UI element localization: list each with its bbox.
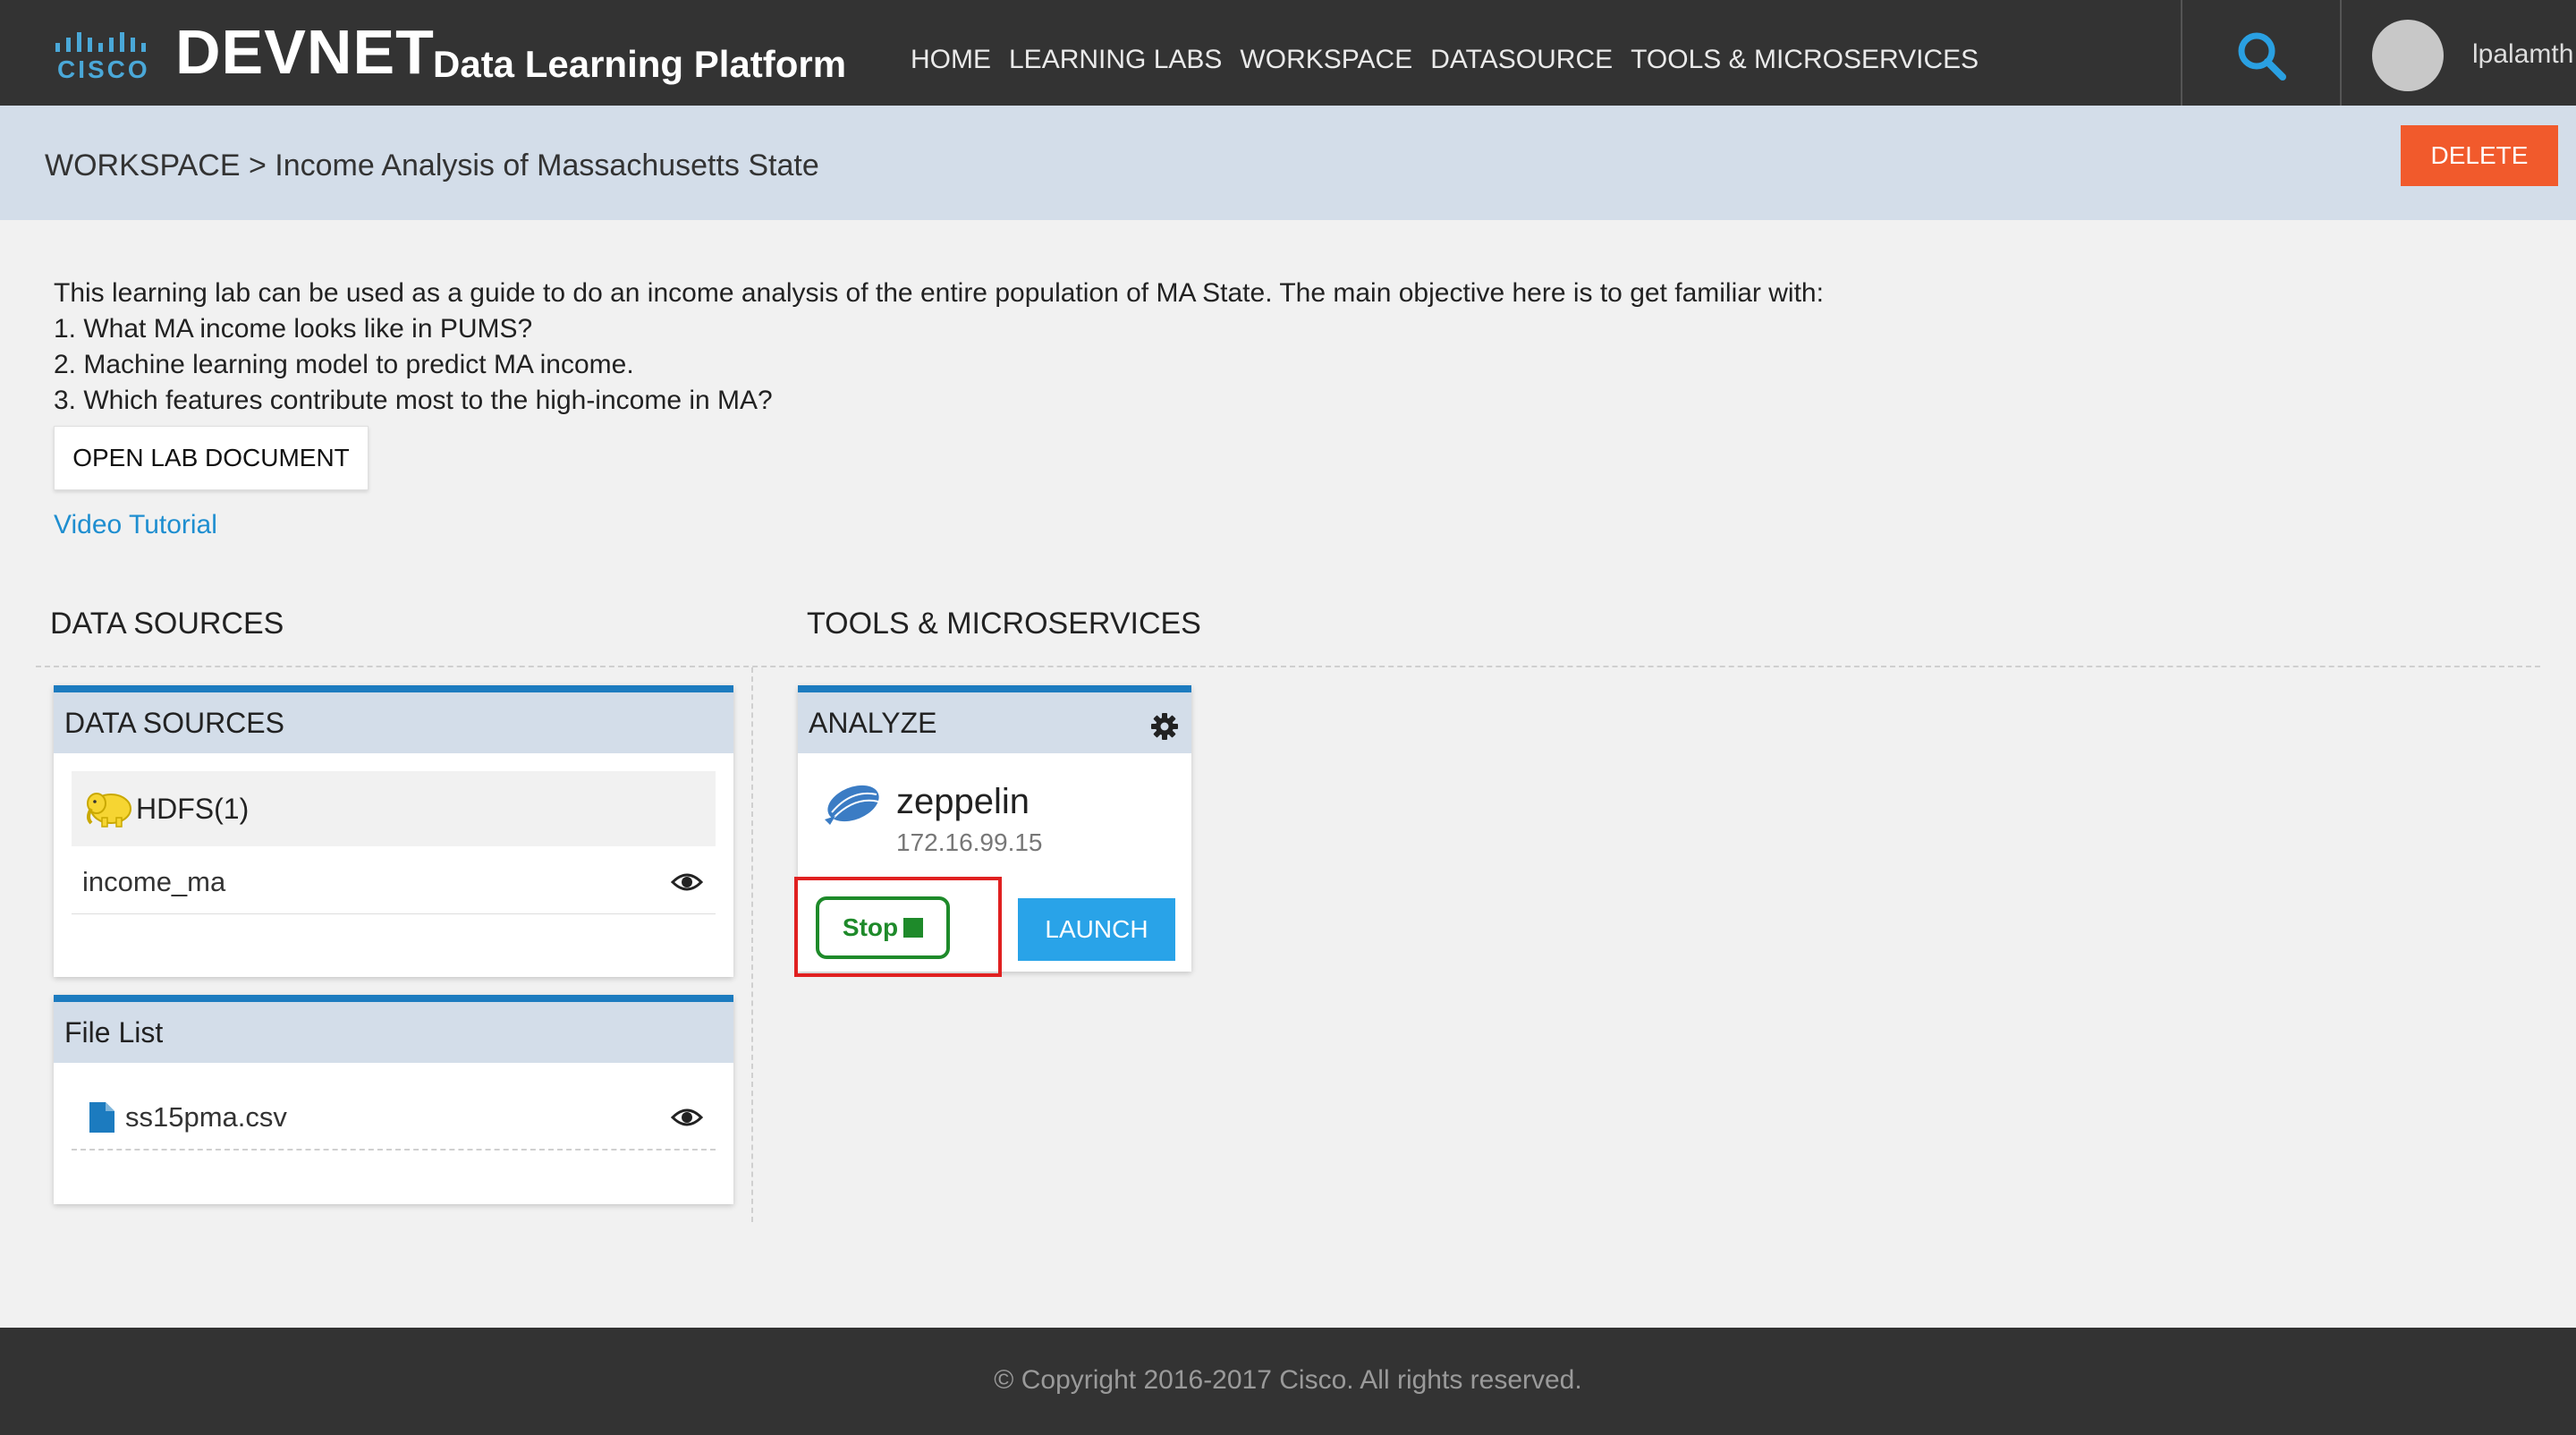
file-list-card: File List ss15pma.csv [54, 995, 733, 1204]
description-line: 1. What MA income looks like in PUMS? [54, 314, 533, 344]
cisco-logo[interactable]: CISCO [54, 29, 152, 83]
avatar[interactable] [2372, 20, 2444, 91]
tool-ip-address: 172.16.99.15 [896, 828, 1043, 856]
copyright-text: © Copyright 2016-2017 Cisco. All rights … [994, 1365, 1582, 1395]
description-line: 2. Machine learning model to predict MA … [54, 350, 634, 379]
analyze-card: ANALYZE zeppelin 172.16.99.15 Stop LAUNC… [794, 685, 1191, 977]
nav-divider [2340, 0, 2342, 106]
zeppelin-logo-icon [825, 785, 879, 825]
launch-button[interactable]: LAUNCH [1018, 898, 1175, 961]
nav-workspace[interactable]: WORKSPACE [1240, 45, 1412, 75]
video-tutorial-link[interactable]: Video Tutorial [54, 510, 217, 540]
stop-button-label: Stop [842, 913, 899, 941]
card-header: DATA SOURCES [54, 692, 733, 753]
breadcrumb-bar: WORKSPACE > Income Analysis of Massachus… [0, 106, 2576, 220]
file-entry: ss15pma.csv [72, 1101, 287, 1134]
stop-square-icon [903, 918, 924, 938]
file-icon [89, 1102, 114, 1133]
card-header: File List [54, 1002, 733, 1063]
section-divider [36, 666, 2540, 667]
lab-description: This learning lab can be used as a guide… [54, 276, 1824, 419]
nav-divider [2181, 0, 2182, 106]
file-list-item[interactable]: ss15pma.csv [72, 1086, 716, 1151]
tool-name: zeppelin [896, 782, 1030, 821]
breadcrumb: WORKSPACE > Income Analysis of Massachus… [45, 149, 819, 183]
delete-button[interactable]: DELETE [2401, 125, 2558, 186]
description-line: 3. Which features contribute most to the… [54, 386, 773, 415]
main-nav: HOME LEARNING LABS WORKSPACE DATASOURCE … [911, 45, 1979, 75]
data-source-item-label: income_ma [82, 865, 226, 897]
username[interactable]: lpalamth [2472, 39, 2573, 70]
nav-home[interactable]: HOME [911, 45, 991, 75]
cisco-bars-icon [55, 32, 146, 52]
eye-icon[interactable] [671, 871, 703, 893]
tools-section-title: TOOLS & MICROSERVICES [807, 607, 1201, 641]
description-line: This learning lab can be used as a guide… [54, 278, 1824, 308]
footer: © Copyright 2016-2017 Cisco. All rights … [0, 1328, 2576, 1435]
hdfs-group[interactable]: HDFS(1) [72, 771, 716, 846]
product-name: Data Learning Platform [433, 43, 847, 85]
devnet-brand[interactable]: DEVNET [175, 16, 435, 88]
top-navbar: CISCO DEVNET Data Learning Platform HOME… [0, 0, 2576, 106]
nav-datasource[interactable]: DATASOURCE [1430, 45, 1613, 75]
nav-tools-microservices[interactable]: TOOLS & MICROSERVICES [1631, 45, 1979, 75]
stop-button[interactable]: Stop [816, 896, 950, 959]
column-divider [751, 667, 753, 1222]
hdfs-group-label: HDFS(1) [136, 792, 250, 825]
data-sources-card: DATA SOURCES HDFS(1) income_ma [54, 685, 733, 977]
search-icon[interactable] [2234, 29, 2288, 82]
data-sources-section-title: DATA SOURCES [50, 607, 284, 641]
data-source-item[interactable]: income_ma [72, 850, 716, 914]
file-name: ss15pma.csv [125, 1101, 287, 1133]
eye-icon[interactable] [671, 1107, 703, 1128]
gear-icon[interactable] [1150, 712, 1179, 741]
nav-learning-labs[interactable]: LEARNING LABS [1009, 45, 1222, 75]
cisco-wordmark: CISCO [57, 55, 150, 83]
hadoop-elephant-icon [87, 793, 131, 828]
open-lab-document-button[interactable]: OPEN LAB DOCUMENT [54, 426, 369, 490]
card-header: ANALYZE [798, 692, 1191, 753]
